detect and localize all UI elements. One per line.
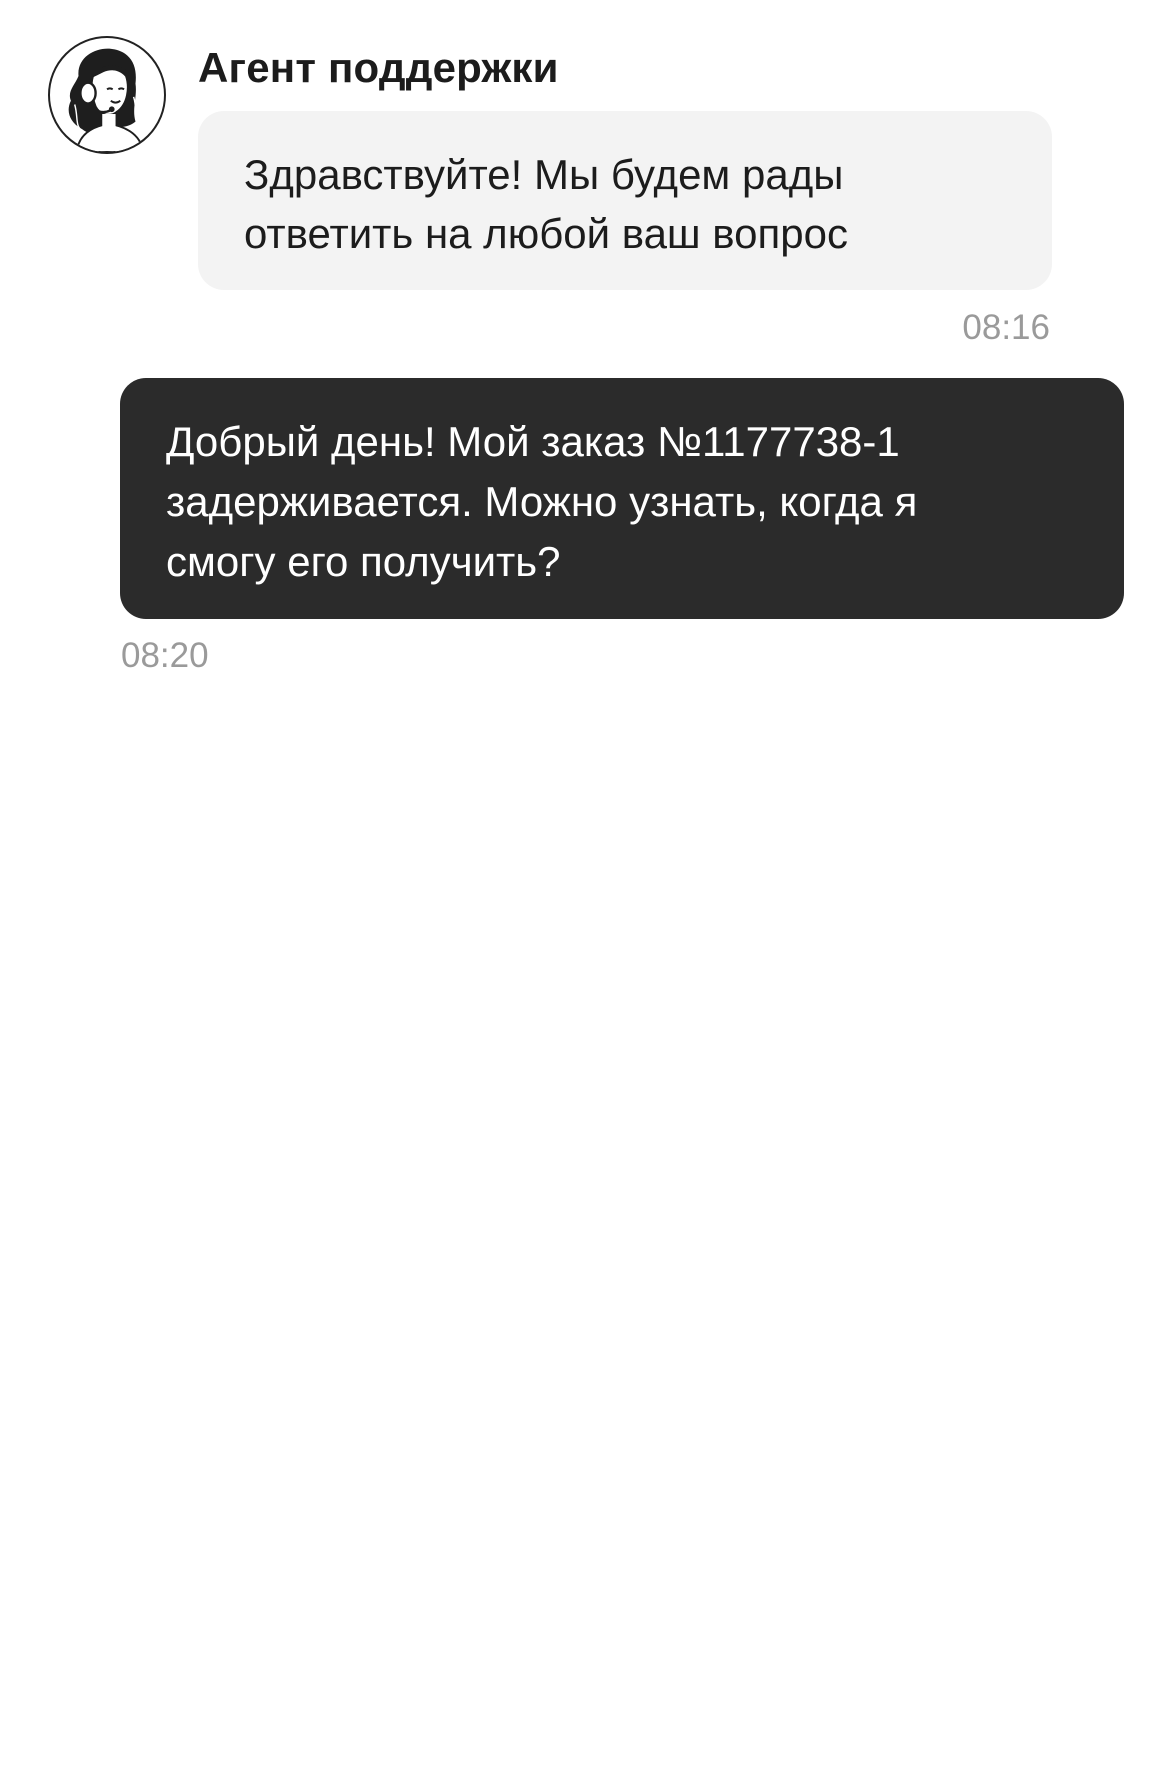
agent-name: Агент поддержки (198, 44, 559, 91)
incoming-message-text: Здравствуйте! Мы будем рады ответить на … (244, 151, 848, 257)
outgoing-message-time: 08:20 (121, 636, 209, 675)
support-agent-headset-icon (68, 48, 145, 152)
chat-thread: Агент поддержки Здравствуйте! Мы будем р… (0, 0, 1170, 1788)
incoming-message-time: 08:16 (962, 308, 1050, 347)
agent-avatar (48, 36, 166, 154)
incoming-message-bubble: Здравствуйте! Мы будем рады ответить на … (198, 111, 1052, 290)
outgoing-message-text: Добрый день! Мой заказ №1177738-1 задерж… (166, 418, 918, 585)
outgoing-message-bubble: Добрый день! Мой заказ №1177738-1 задерж… (120, 378, 1124, 619)
